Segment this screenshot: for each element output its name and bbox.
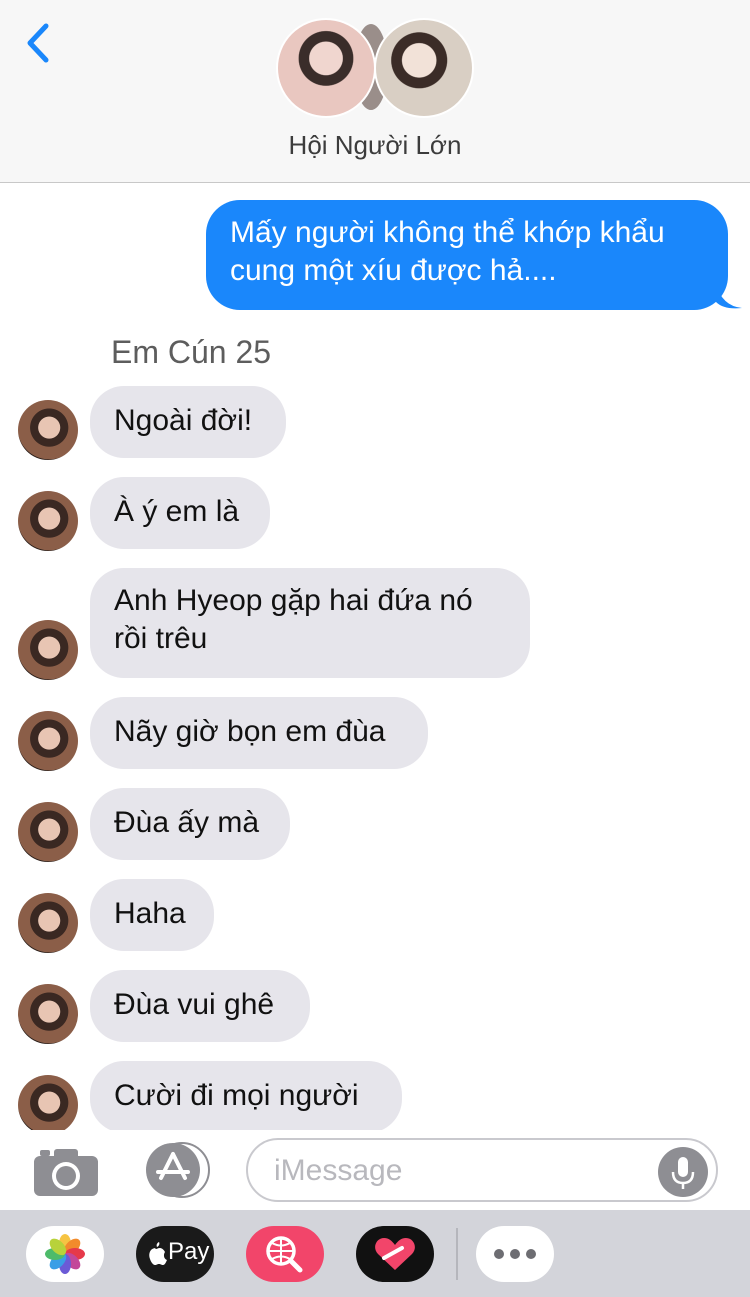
web-search-button[interactable] xyxy=(246,1226,324,1282)
message-text: À ý em là xyxy=(114,495,240,528)
photos-app-button[interactable] xyxy=(26,1226,104,1282)
message-text: Haha xyxy=(114,897,186,930)
more-apps-button[interactable] xyxy=(476,1226,554,1282)
chevron-left-icon xyxy=(27,23,49,63)
message-text: Mấy người không thể khớp khẩu cung một x… xyxy=(230,216,665,287)
web-search-icon xyxy=(266,1236,303,1273)
message-text: Cười đi mọi người xyxy=(114,1079,359,1112)
digital-touch-icon xyxy=(375,1238,415,1270)
microphone-icon xyxy=(671,1157,695,1189)
digital-touch-button[interactable] xyxy=(356,1226,434,1282)
drawer-divider xyxy=(456,1228,458,1280)
avatar[interactable] xyxy=(18,893,78,953)
avatar[interactable] xyxy=(18,802,78,862)
apple-pay-label: Pay xyxy=(168,1238,210,1265)
message-text: Anh Hyeop gặp hai đứa nó rồi trêu xyxy=(114,584,473,655)
microphone-button[interactable] xyxy=(658,1147,708,1197)
avatar[interactable] xyxy=(18,711,78,771)
incoming-message[interactable]: Haha xyxy=(90,879,214,951)
avatar xyxy=(276,18,376,118)
incoming-message[interactable]: À ý em là xyxy=(90,477,270,549)
incoming-message[interactable]: Ngoài đời! xyxy=(90,386,286,458)
message-text: Ngoài đời! xyxy=(114,404,253,437)
photos-icon xyxy=(45,1234,85,1274)
avatar[interactable] xyxy=(18,491,78,551)
message-input[interactable]: iMessage xyxy=(246,1138,718,1202)
group-avatars[interactable] xyxy=(276,18,476,118)
incoming-message[interactable]: Anh Hyeop gặp hai đứa nó rồi trêu xyxy=(90,568,530,678)
incoming-message[interactable]: Cười đi mọi người xyxy=(90,1061,402,1133)
app-store-button[interactable] xyxy=(140,1142,212,1198)
incoming-message[interactable]: Đùa vui ghê xyxy=(90,970,310,1042)
message-text: Đùa vui ghê xyxy=(114,988,275,1021)
message-text: Đùa ấy mà xyxy=(114,806,260,839)
camera-button[interactable] xyxy=(34,1146,98,1196)
message-text: Nãy giờ bọn em đùa xyxy=(114,715,386,748)
app-store-icon xyxy=(146,1142,210,1198)
conversation-title[interactable]: Hội Người Lớn xyxy=(0,130,750,161)
more-icon xyxy=(494,1249,536,1259)
back-button[interactable] xyxy=(22,18,62,68)
avatar[interactable] xyxy=(18,984,78,1044)
avatar xyxy=(374,18,474,118)
outgoing-message[interactable]: Mấy người không thể khớp khẩu cung một x… xyxy=(206,200,728,310)
avatar[interactable] xyxy=(18,1075,78,1135)
bubble-tail xyxy=(716,284,742,309)
app-drawer: Pay xyxy=(0,1210,750,1297)
composer-bar: iMessage xyxy=(0,1130,750,1210)
conversation-header: Hội Người Lớn xyxy=(0,0,750,183)
message-input-placeholder: iMessage xyxy=(274,1154,403,1187)
avatar[interactable] xyxy=(18,400,78,460)
sender-name: Em Cún 25 xyxy=(111,334,272,370)
camera-icon xyxy=(34,1149,98,1196)
incoming-message[interactable]: Đùa ấy mà xyxy=(90,788,290,860)
avatar[interactable] xyxy=(18,620,78,680)
incoming-message[interactable]: Nãy giờ bọn em đùa xyxy=(90,697,428,769)
apple-pay-button[interactable]: Pay xyxy=(136,1226,214,1282)
